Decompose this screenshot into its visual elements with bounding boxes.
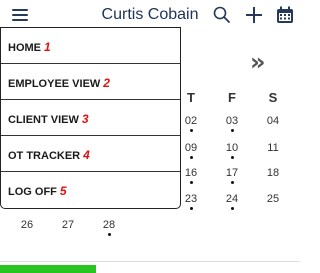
divider — [0, 261, 300, 262]
menu-item-label: OT TRACKER — [8, 150, 81, 162]
search-icon[interactable] — [212, 5, 232, 25]
calendar-day[interactable]: 03 — [219, 115, 245, 132]
event-dot — [230, 156, 234, 159]
event-dot — [189, 156, 193, 159]
calendar-day[interactable]: 26 — [14, 219, 40, 231]
weekday-header: S — [268, 90, 278, 105]
menu-item-number: 4 — [83, 148, 90, 162]
menu-item-home[interactable]: HOME 1 — [1, 28, 180, 64]
calendar-day[interactable]: 25 — [260, 193, 286, 205]
menu-item-ot-tracker[interactable]: OT TRACKER 4 — [1, 136, 180, 172]
menu-item-client-view[interactable]: CLIENT VIEW 3 — [1, 100, 180, 136]
navigation-menu: HOME 1 EMPLOYEE VIEW 2 CLIENT VIEW 3 OT TRA… — [0, 27, 181, 209]
calendar-day[interactable]: 04 — [260, 115, 286, 127]
menu-item-number: 3 — [81, 112, 89, 126]
menu-item-label: EMPLOYEE VIEW — [8, 78, 101, 90]
event-dot — [189, 207, 193, 210]
menu-item-number: 5 — [59, 184, 67, 198]
event-dot — [230, 207, 234, 210]
calendar-day[interactable]: 16 — [178, 167, 204, 184]
menu-item-number: 1 — [44, 40, 51, 54]
event-dot — [107, 233, 111, 236]
calendar-day[interactable]: 28 — [96, 219, 122, 236]
next-month-button[interactable]: » — [250, 48, 266, 76]
menu-item-employee-view[interactable]: EMPLOYEE VIEW 2 — [1, 64, 180, 100]
event-dot — [189, 181, 193, 184]
calendar-day[interactable]: 24 — [219, 193, 245, 210]
event-dot — [189, 129, 193, 132]
calendar-day[interactable]: 17 — [219, 167, 245, 184]
menu-item-label: CLIENT VIEW — [8, 114, 79, 126]
calendar-day[interactable]: 27 — [55, 219, 81, 231]
calendar-day[interactable]: 11 — [260, 142, 286, 154]
calendar-day[interactable]: 02 — [178, 115, 204, 132]
progress-bar — [0, 265, 96, 273]
event-dot — [230, 129, 234, 132]
calendar-day[interactable]: 23 — [178, 193, 204, 210]
calendar-icon[interactable] — [275, 5, 295, 25]
weekday-header: F — [228, 90, 236, 105]
event-dot — [230, 181, 234, 184]
calendar-day[interactable]: 18 — [260, 167, 286, 179]
plus-icon[interactable] — [244, 5, 264, 25]
menu-item-log-off[interactable]: LOG OFF 5 — [1, 172, 180, 208]
menu-item-number: 2 — [103, 76, 110, 90]
top-bar: Curtis Cobain — [0, 0, 300, 30]
calendar-day[interactable]: 09 — [178, 142, 204, 159]
menu-item-label: HOME — [8, 42, 41, 54]
menu-item-label: LOG OFF — [8, 186, 57, 198]
weekday-header: T — [187, 90, 195, 105]
calendar-day[interactable]: 10 — [219, 142, 245, 159]
